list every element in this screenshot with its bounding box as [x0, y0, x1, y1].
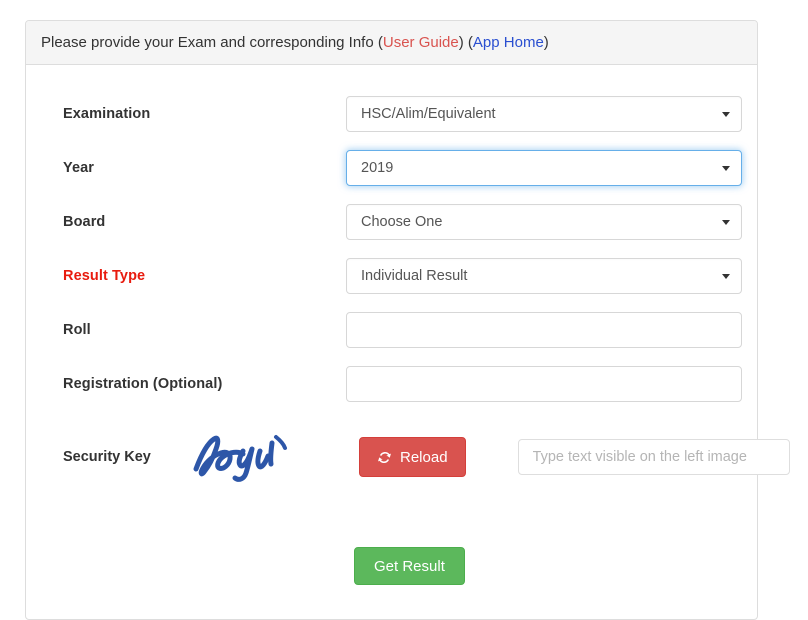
- captcha-image: [158, 427, 338, 487]
- registration-input[interactable]: [346, 366, 742, 402]
- panel-heading: Please provide your Exam and correspondi…: [26, 21, 757, 65]
- submit-row: Get Result: [38, 547, 739, 585]
- panel-body: Examination HSC/Alim/Equivalent Year 201…: [26, 65, 790, 585]
- get-result-button[interactable]: Get Result: [354, 547, 465, 585]
- label-result-type: Result Type: [63, 268, 146, 284]
- year-select-wrap: 2019: [346, 150, 742, 186]
- board-select[interactable]: Choose One: [346, 204, 742, 240]
- examination-select[interactable]: HSC/Alim/Equivalent: [346, 96, 742, 132]
- security-key-input-wrap: [517, 439, 790, 475]
- result-type-select[interactable]: Individual Result: [346, 258, 742, 294]
- user-guide-link[interactable]: User Guide: [383, 34, 459, 51]
- roll-input-wrap: [346, 312, 742, 348]
- board-select-wrap: Choose One: [346, 204, 742, 240]
- panel-title: Please provide your Exam and correspondi…: [41, 34, 549, 51]
- form-row-result-type: Result Type Individual Result: [38, 249, 742, 303]
- form-row-examination: Examination HSC/Alim/Equivalent: [38, 87, 742, 141]
- result-form-panel: Please provide your Exam and correspondi…: [25, 20, 790, 620]
- reload-captcha-button[interactable]: Reload: [359, 437, 466, 477]
- close-paren-2: ): [543, 34, 549, 51]
- panel-title-text: Please provide your Exam and correspondi…: [41, 34, 378, 51]
- app-home-link[interactable]: App Home: [473, 34, 544, 51]
- roll-input[interactable]: [346, 312, 742, 348]
- form-row-year: Year 2019: [38, 141, 742, 195]
- label-board: Board: [63, 214, 106, 230]
- form-row-board: Board Choose One: [38, 195, 742, 249]
- label-examination: Examination: [63, 106, 151, 122]
- refresh-icon: [377, 450, 392, 465]
- label-security-key: Security Key: [63, 449, 151, 465]
- security-key-input[interactable]: [517, 439, 790, 475]
- form-row-roll: Roll: [38, 303, 742, 357]
- form-row-registration: Registration (Optional): [38, 357, 742, 411]
- label-roll: Roll: [63, 322, 91, 338]
- reload-button-label: Reload: [400, 448, 448, 466]
- label-registration: Registration (Optional): [63, 376, 223, 392]
- year-select[interactable]: 2019: [346, 150, 742, 186]
- registration-input-wrap: [346, 366, 742, 402]
- label-year: Year: [63, 160, 95, 176]
- form-row-security-key: Security Key Reload Type text visible on…: [38, 417, 790, 497]
- result-type-select-wrap: Individual Result: [346, 258, 742, 294]
- examination-select-wrap: HSC/Alim/Equivalent: [346, 96, 742, 132]
- close-paren-1: ): [458, 34, 464, 51]
